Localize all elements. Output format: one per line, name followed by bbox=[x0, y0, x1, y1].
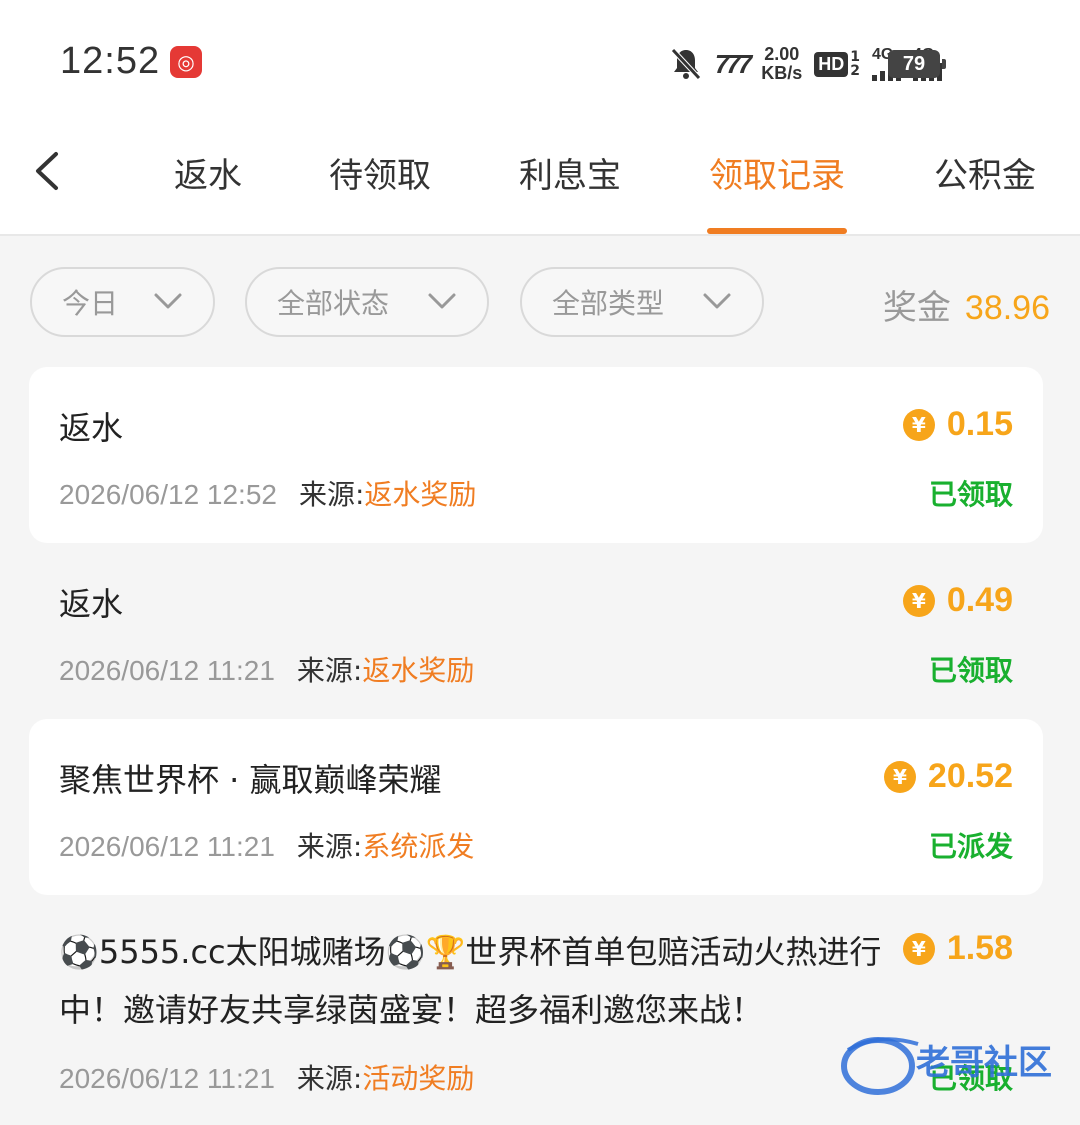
record-status: 已派发 bbox=[928, 830, 1013, 863]
svg-text:老哥社区: 老哥社区 bbox=[916, 1043, 1052, 1083]
tab-pending[interactable]: 待领取 bbox=[329, 148, 431, 197]
tab-interest[interactable]: 利息宝 bbox=[519, 148, 621, 197]
date-filter-label: 今日 bbox=[62, 287, 119, 320]
bonus-value: 38.96 bbox=[964, 289, 1050, 327]
tab-rebate[interactable]: 返水 bbox=[174, 148, 242, 197]
status-time: 12:52 bbox=[60, 40, 161, 82]
record-title: 返水 bbox=[59, 409, 124, 447]
record-amount: ¥ 20.52 bbox=[883, 757, 1013, 796]
coin-icon: ¥ bbox=[902, 932, 935, 965]
bonus-total: 奖金 38.96 bbox=[883, 280, 1050, 329]
status-filter-dropdown[interactable]: 全部状态 bbox=[245, 267, 489, 337]
date-filter-dropdown[interactable]: 今日 bbox=[30, 267, 215, 337]
record-source: 系统派发 bbox=[362, 830, 475, 863]
record-item[interactable]: 返水 ¥ 0.15 2026/06/12 12:52 来源:返水奖励 已领取 bbox=[29, 367, 1043, 543]
record-amount: ¥ 0.49 bbox=[902, 581, 1013, 620]
watermark-logo: 老哥社区 bbox=[841, 1037, 1052, 1095]
bonus-label: 奖金 bbox=[882, 288, 951, 328]
active-tab-indicator bbox=[707, 228, 847, 234]
netease-music-icon: ◎ bbox=[170, 46, 202, 78]
type-filter-label: 全部类型 bbox=[552, 287, 665, 320]
record-item[interactable]: 聚焦世界杯 · 赢取巅峰荣耀 ¥ 20.52 2026/06/12 11:21 来… bbox=[29, 719, 1043, 895]
record-meta: 2026/06/12 11:21 来源:活动奖励 bbox=[59, 1062, 475, 1095]
hd-volte-icon: HD 12 bbox=[814, 50, 860, 78]
record-title: ⚽5555.cc太阳城赌场⚽🏆世界杯首单包赔活动火热进行中！邀请好友共享绿茵盛宴… bbox=[59, 933, 882, 1029]
coin-icon: ¥ bbox=[883, 760, 916, 793]
record-date: 2026/06/12 11:21 bbox=[59, 1063, 275, 1094]
status-filter-label: 全部状态 bbox=[277, 287, 390, 320]
coin-icon: ¥ bbox=[902, 408, 935, 441]
record-date: 2026/06/12 11:21 bbox=[59, 655, 275, 686]
network-speed: 2.00 KB/s bbox=[761, 44, 803, 83]
record-meta: 2026/06/12 11:21 来源:返水奖励 bbox=[59, 654, 475, 687]
record-meta: 2026/06/12 11:21 来源:系统派发 bbox=[59, 830, 475, 863]
chevron-down-icon bbox=[428, 293, 456, 309]
bell-muted-icon bbox=[671, 48, 701, 80]
chevron-down-icon bbox=[154, 293, 182, 309]
record-meta: 2026/06/12 12:52 来源:返水奖励 bbox=[59, 478, 477, 511]
status-bar: 12:52 ◎ 777 2.00 KB/s HD 12 4G 4G 79 bbox=[0, 0, 1080, 120]
record-date: 2026/06/12 12:52 bbox=[59, 479, 277, 510]
record-amount: ¥ 0.15 bbox=[902, 405, 1013, 444]
tab-claim-records[interactable]: 领取记录 bbox=[709, 148, 845, 197]
coin-icon: ¥ bbox=[902, 584, 935, 617]
record-source: 返水奖励 bbox=[364, 478, 477, 511]
battery-icon: 79 bbox=[888, 50, 946, 78]
type-filter-dropdown[interactable]: 全部类型 bbox=[520, 267, 764, 337]
record-status: 已领取 bbox=[928, 478, 1013, 511]
record-date: 2026/06/12 11:21 bbox=[59, 831, 275, 862]
record-title: 聚焦世界杯 · 赢取巅峰荣耀 bbox=[59, 761, 442, 799]
record-title: 返水 bbox=[59, 585, 124, 623]
record-source: 活动奖励 bbox=[362, 1062, 475, 1095]
record-source: 返水奖励 bbox=[362, 654, 475, 687]
chevron-left-icon[interactable] bbox=[28, 146, 68, 196]
record-amount: ¥ 1.58 bbox=[902, 929, 1013, 968]
tab-provident-fund[interactable]: 公积金 bbox=[934, 148, 1036, 197]
record-status: 已领取 bbox=[928, 654, 1013, 687]
tab-bar: 返水 待领取 利息宝 领取记录 公积金 bbox=[0, 120, 1080, 236]
nfc-icon: 777 bbox=[714, 48, 752, 79]
record-item[interactable]: 返水 ¥ 0.49 2026/06/12 11:21 来源:返水奖励 已领取 bbox=[29, 543, 1043, 719]
chevron-down-icon bbox=[703, 293, 731, 309]
